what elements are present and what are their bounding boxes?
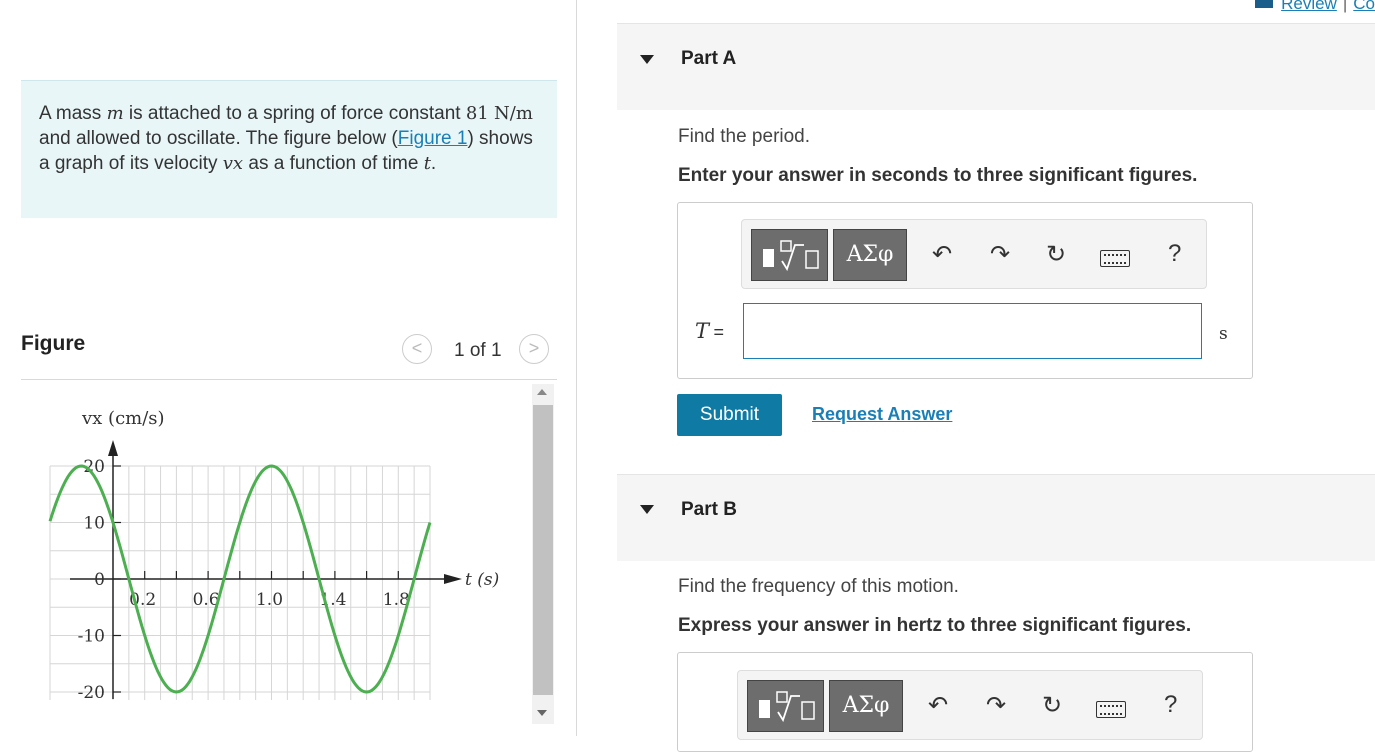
figure-prev-button[interactable]: < [402,334,432,364]
templates-button[interactable] [747,680,824,732]
redo-icon[interactable]: ↷ [990,240,1010,269]
statement-text: is attached to a spring of force constan… [123,103,466,124]
y-tick-label: -20 [78,683,105,703]
time-symbol: t [423,153,431,174]
scroll-down-icon[interactable] [537,710,547,716]
answer-variable: T = [695,319,724,343]
request-answer-link[interactable]: Request Answer [812,404,952,425]
book-icon [1255,0,1274,8]
reset-icon[interactable]: ↻ [1042,691,1062,720]
link-separator: | [1342,0,1348,13]
part-b-prompt: Find the frequency of this motion. [678,576,959,597]
statement-text: A mass [39,103,107,124]
part-b-title: Part B [681,499,737,520]
template-block-icon [759,700,770,718]
top-links: Review | Co [1255,0,1375,14]
y-tick-label: -10 [78,627,105,647]
templates-button[interactable] [751,229,828,281]
spring-constant-value: 81 [465,103,489,124]
variable-symbol: T [695,319,710,343]
template-block-icon [763,249,774,267]
figure-title: Figure [21,332,86,355]
figure-next-button[interactable]: > [519,334,549,364]
sqrt-icon [780,240,819,271]
keyboard-icon[interactable] [1096,701,1126,718]
x-axis-label: t (s) [465,570,499,590]
greek-symbols-button[interactable]: ΑΣφ [833,229,907,281]
math-toolbar: ΑΣφ ↶ ↷ ↻ ? [737,670,1203,740]
reset-icon[interactable]: ↻ [1046,240,1066,269]
undo-icon[interactable]: ↶ [928,691,948,720]
greek-symbols-button[interactable]: ΑΣφ [829,680,903,732]
equals-sign: = [713,322,724,342]
problem-statement: A mass m is attached to a spring of forc… [21,80,557,218]
review-link[interactable]: Review [1281,0,1337,13]
statement-text: and allowed to oscillate. The figure bel… [39,128,398,149]
part-a-title: Part A [681,48,737,69]
part-a-instruction: Enter your answer in seconds to three si… [678,165,1198,186]
y-tick-label: 0 [94,570,105,590]
help-button[interactable]: ? [1164,691,1177,719]
scrollbar-thumb[interactable] [533,405,553,695]
figure-link[interactable]: Figure 1 [398,128,468,149]
answer-unit: s [1219,324,1228,344]
y-axis-label: vx (cm/s) [81,408,165,429]
submit-button[interactable]: Submit [677,394,782,436]
caret-down-icon[interactable] [640,505,654,514]
column-divider [576,0,577,736]
constants-link[interactable]: Co [1353,0,1375,13]
velocity-time-chart: 20100-10-200.2 0.6 1.0 1.4 1.8 vx (cm/s) t (… [48,408,499,703]
spring-constant-unit: N/m [494,103,533,124]
help-button[interactable]: ? [1168,240,1181,268]
part-a-answer-box: ΑΣφ ↶ ↷ ↻ ? T = s [677,202,1253,379]
part-b-answer-box: ΑΣφ ↶ ↷ ↻ ? [677,652,1253,752]
figure-counter: 1 of 1 [454,340,502,361]
scroll-up-icon[interactable] [537,389,547,395]
x-tick-label: 1.0 [256,590,283,610]
part-a-prompt: Find the period. [678,126,811,147]
redo-icon[interactable]: ↷ [986,691,1006,720]
figure-rule [21,379,557,380]
math-toolbar: ΑΣφ ↶ ↷ ↻ ? [741,219,1207,289]
caret-down-icon[interactable] [640,55,654,64]
sqrt-icon [776,691,815,722]
part-b-instruction: Express your answer in hertz to three si… [678,615,1192,636]
keyboard-icon[interactable] [1100,250,1130,267]
velocity-symbol: vx [222,153,244,174]
period-input[interactable] [743,303,1202,359]
mass-symbol: m [106,103,124,124]
statement-text: . [430,153,437,174]
undo-icon[interactable]: ↶ [932,240,952,269]
y-tick-label: 10 [83,514,105,534]
statement-text: as a function of time [243,153,424,174]
